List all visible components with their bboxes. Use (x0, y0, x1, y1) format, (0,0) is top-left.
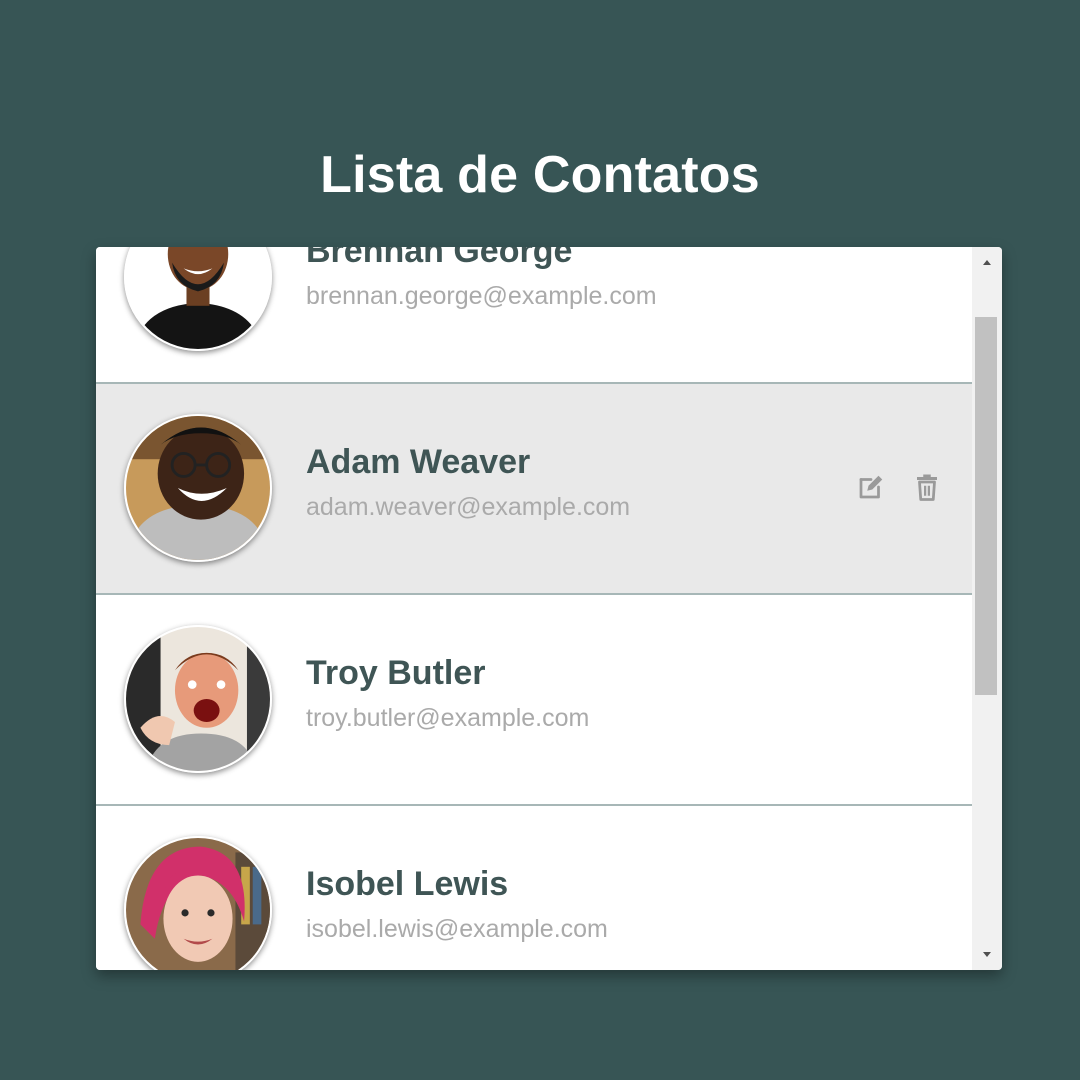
contact-list-viewport[interactable]: Brennan George brennan.george@example.co… (96, 247, 972, 970)
page-title: Lista de Contatos (320, 146, 760, 204)
avatar-photo-icon (126, 416, 270, 560)
avatar-photo-icon (126, 247, 270, 349)
contact-email: adam.weaver@example.com (306, 493, 631, 521)
contact-list-panel: Brennan George brennan.george@example.co… (96, 247, 1002, 970)
avatar-adam-weaver (124, 414, 272, 562)
delete-button[interactable] (910, 470, 944, 504)
row-actions (854, 470, 944, 504)
avatar-troy-butler (124, 625, 272, 773)
contact-row-brennan-george[interactable]: Brennan George brennan.george@example.co… (96, 247, 972, 384)
contact-name: Troy Butler (306, 654, 486, 692)
contact-email: troy.butler@example.com (306, 704, 590, 732)
contact-email: isobel.lewis@example.com (306, 915, 608, 943)
scroll-up-button[interactable] (972, 247, 1002, 277)
contact-name: Brennan George (306, 247, 573, 270)
scroll-down-icon (983, 952, 991, 957)
vertical-scrollbar[interactable] (972, 247, 1002, 970)
avatar-photo-icon (126, 627, 270, 771)
scroll-thumb[interactable] (975, 317, 997, 695)
scroll-up-icon (983, 260, 991, 265)
contact-row-troy-butler[interactable]: Troy Butler troy.butler@example.com (96, 595, 972, 806)
avatar-isobel-lewis (124, 836, 272, 970)
contact-name: Adam Weaver (306, 443, 531, 481)
contact-row-isobel-lewis[interactable]: Isobel Lewis isobel.lewis@example.com (96, 806, 972, 970)
scroll-down-button[interactable] (972, 940, 1002, 970)
contact-name: Isobel Lewis (306, 865, 509, 903)
edit-button[interactable] (854, 470, 888, 504)
avatar-photo-icon (126, 838, 270, 970)
contact-row-adam-weaver[interactable]: Adam Weaver adam.weaver@example.com (96, 384, 972, 595)
contact-list: Brennan George brennan.george@example.co… (96, 247, 972, 970)
edit-icon (859, 475, 883, 499)
trash-icon (917, 474, 937, 501)
avatar-brennan-george (124, 247, 272, 351)
contact-email: brennan.george@example.com (306, 282, 657, 310)
